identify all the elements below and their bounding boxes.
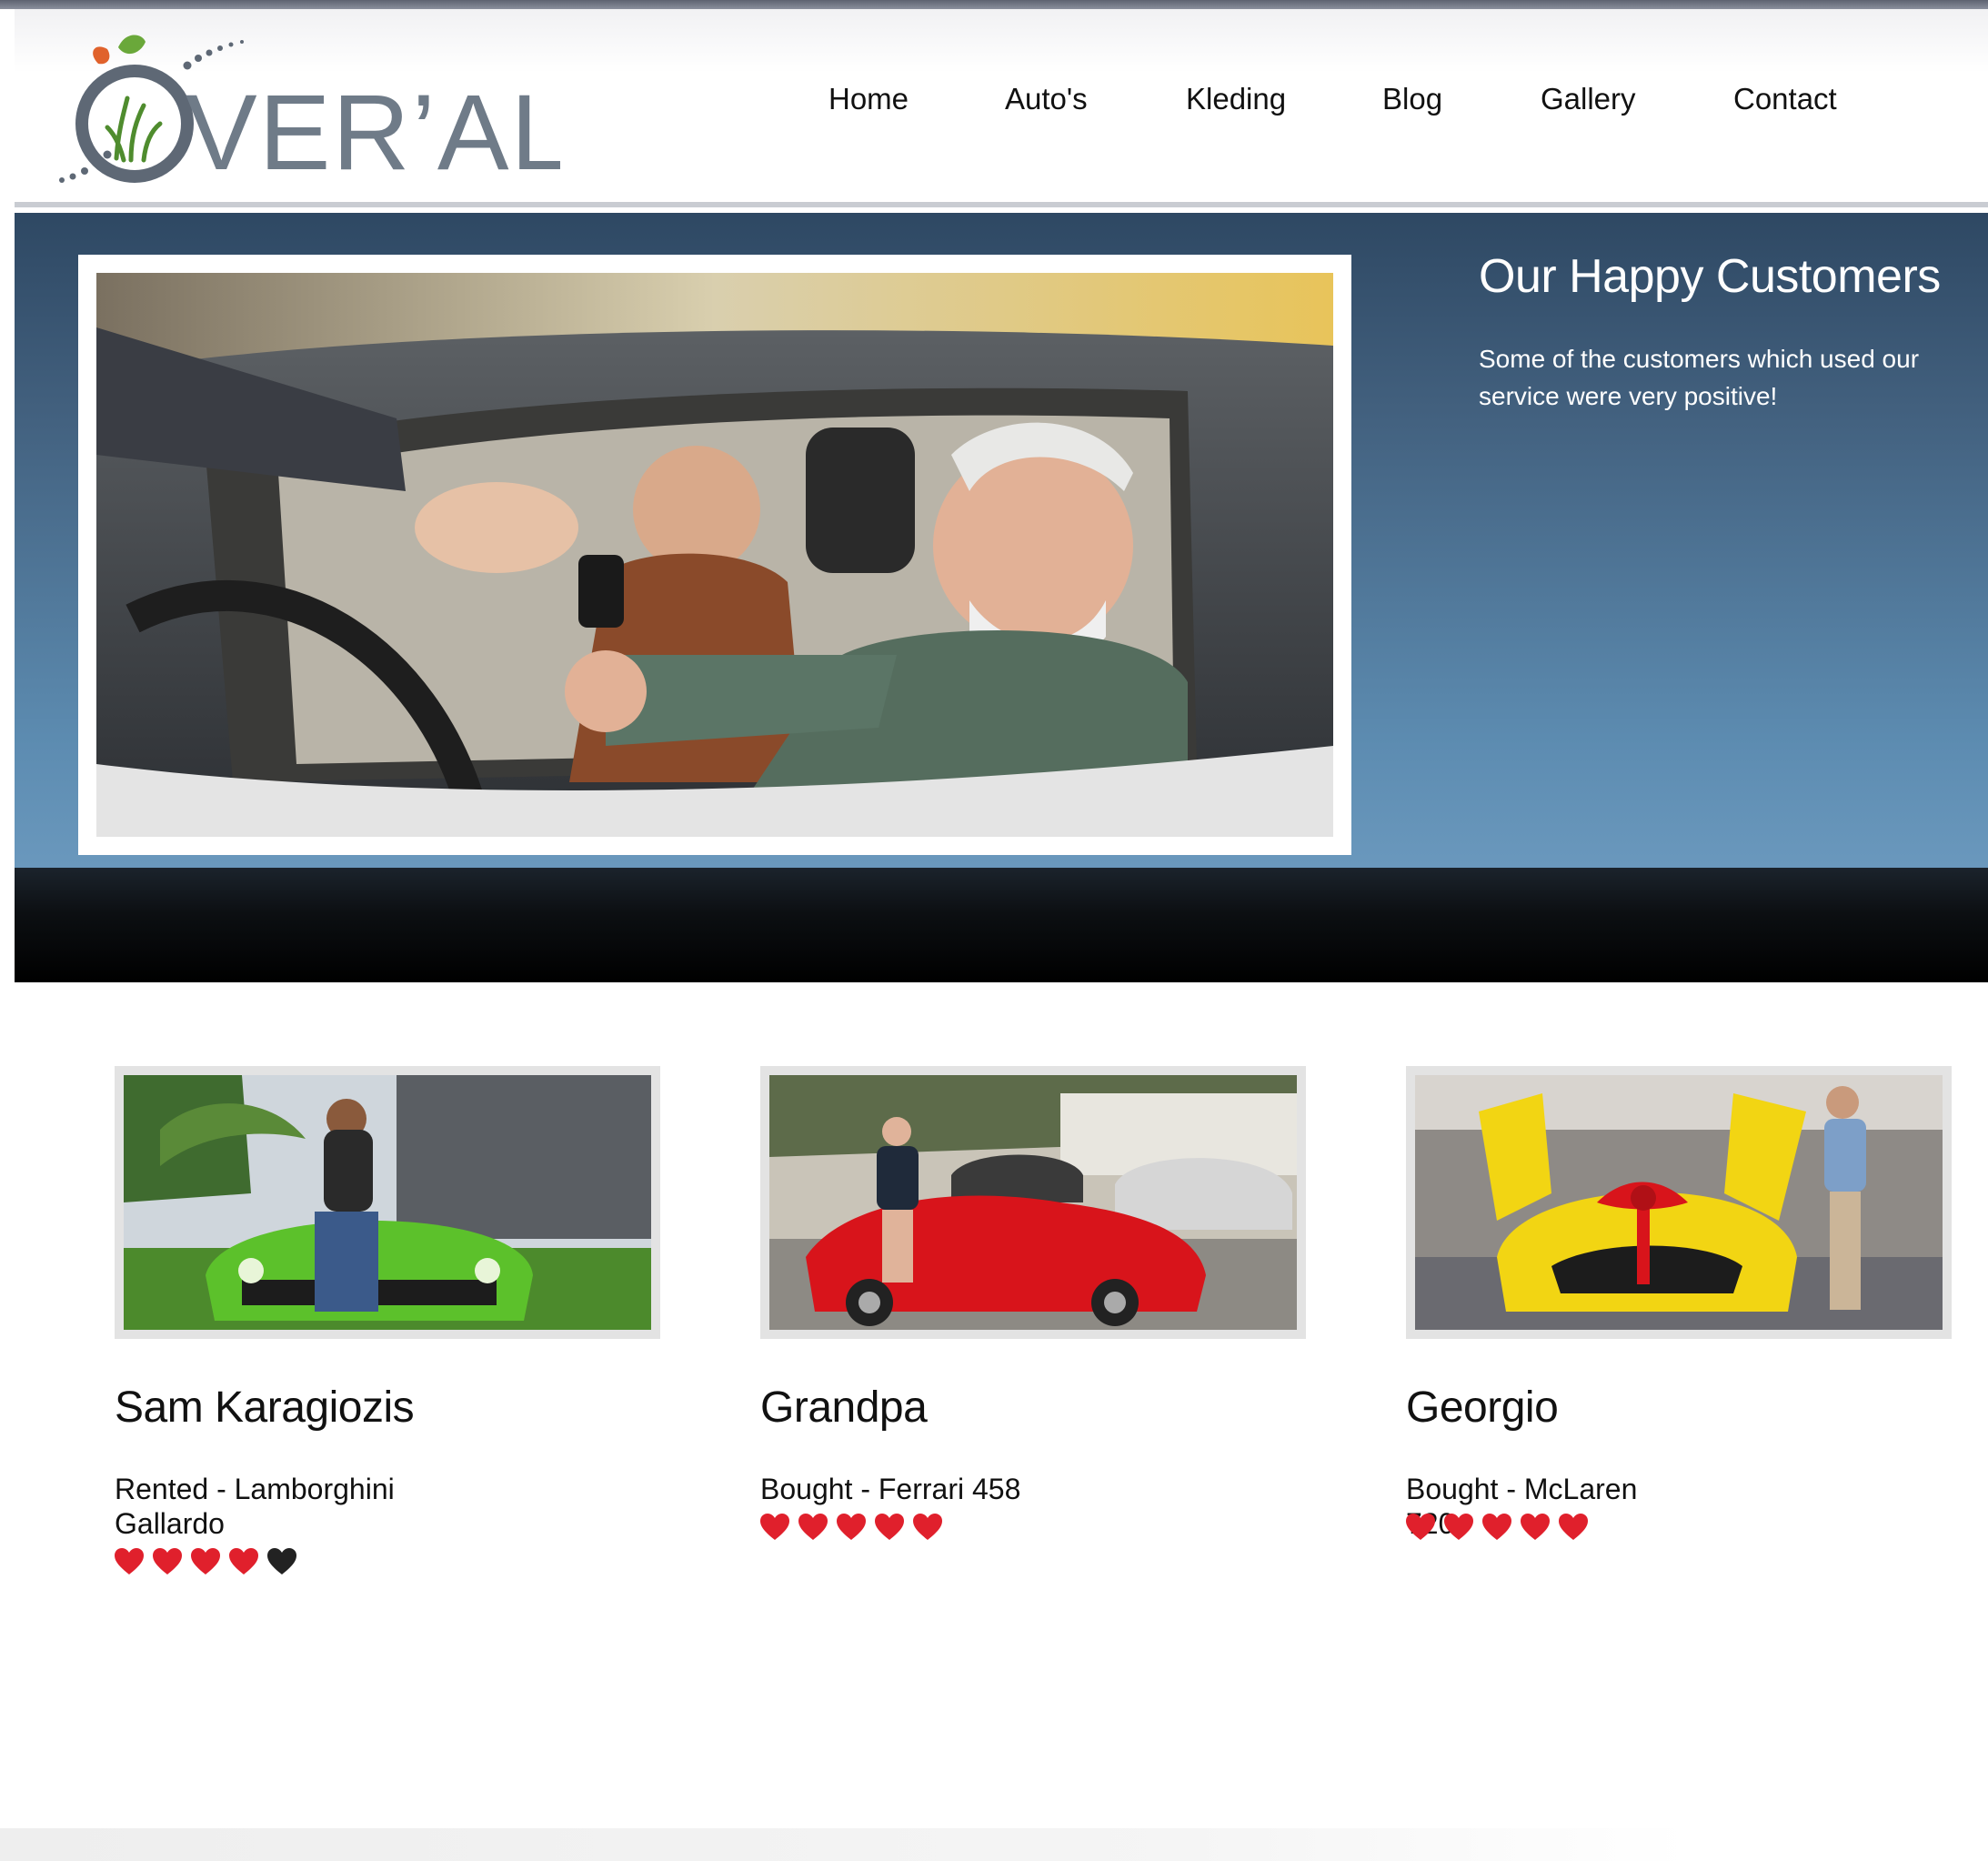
red-heart-icon	[875, 1514, 904, 1540]
red-heart-icon	[1444, 1514, 1473, 1540]
hero-section: Our Happy Customers Some of the customer…	[15, 213, 1988, 868]
red-heart-icon	[1559, 1514, 1588, 1540]
red-heart-icon	[191, 1548, 220, 1574]
customer-name: Grandpa	[760, 1383, 928, 1432]
customer-card: Grandpa Bought - Ferrari 458	[760, 1066, 1306, 1540]
black-heart-icon	[267, 1548, 296, 1574]
hero-description: Some of the customers which used our ser…	[1479, 345, 1920, 410]
customer-photo-frame	[760, 1066, 1306, 1339]
nav-blog[interactable]: Blog	[1382, 82, 1442, 116]
customer-card: Georgio Bought - McLaren 720s	[1406, 1066, 1952, 1540]
red-heart-icon	[1406, 1514, 1435, 1540]
red-heart-icon	[913, 1514, 942, 1540]
red-heart-icon	[115, 1548, 144, 1574]
red-heart-icon	[798, 1514, 828, 1540]
hero-photo-frame	[78, 255, 1351, 855]
customer-purchase: Bought - Ferrari 458	[760, 1473, 1021, 1505]
customer-purchase: Rented - Lamborghini Gallardo	[115, 1473, 395, 1540]
nav-contact[interactable]: Contact	[1733, 82, 1837, 116]
customer-name: Sam Karagiozis	[115, 1383, 415, 1432]
red-heart-icon	[760, 1514, 789, 1540]
customer-photo-frame	[115, 1066, 660, 1339]
customer-rating	[760, 1514, 942, 1541]
red-heart-icon	[1521, 1514, 1550, 1540]
customer-photo-frame	[1406, 1066, 1952, 1339]
customer-name: Georgio	[1406, 1383, 1559, 1432]
customer-rating	[115, 1548, 296, 1575]
nav-autos[interactable]: Auto's	[1005, 82, 1088, 116]
hero-title: Our Happy Customers	[1479, 250, 1941, 303]
red-heart-icon	[229, 1548, 258, 1574]
hero-photo	[96, 273, 1333, 837]
page-left-edge	[0, 9, 15, 1861]
red-heart-icon	[153, 1548, 182, 1574]
browser-top-stripe	[0, 0, 1988, 9]
nav-gallery[interactable]: Gallery	[1541, 82, 1636, 116]
nav-kleding[interactable]: Kleding	[1186, 82, 1286, 116]
nav-home[interactable]: Home	[828, 82, 909, 116]
customer-rating	[1406, 1514, 1588, 1541]
customer-card: Sam Karagiozis Rented - Lamborghini Gall…	[115, 1066, 660, 1574]
page-bottom-shade	[0, 1828, 1988, 1861]
customer-photo-mclaren[interactable]	[1415, 1075, 1943, 1330]
red-heart-icon	[837, 1514, 866, 1540]
red-heart-icon	[1482, 1514, 1511, 1540]
site-header: VER’ALL Home Auto's Kleding Blog Gallery…	[15, 9, 1988, 207]
main-nav: Home Auto's Kleding Blog Gallery Contact	[15, 82, 1988, 136]
hero-dark-band	[15, 868, 1988, 982]
customer-photo-lamborghini[interactable]	[124, 1075, 651, 1330]
customer-photo-ferrari[interactable]	[769, 1075, 1297, 1330]
